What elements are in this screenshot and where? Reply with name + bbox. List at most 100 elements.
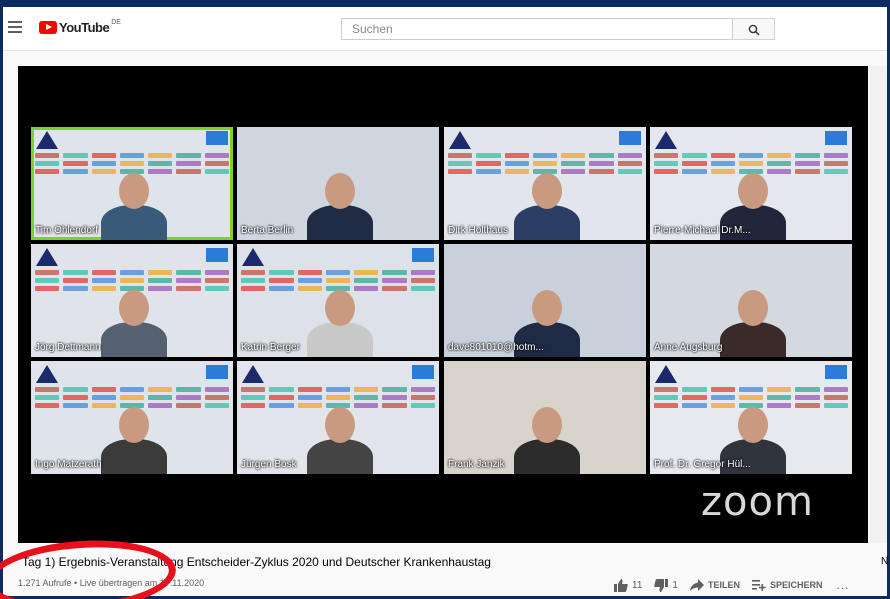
participant-face <box>532 407 562 443</box>
slide-h-logo-icon <box>412 248 434 262</box>
annotation-circle <box>0 534 179 599</box>
slide-logo-icon <box>36 131 58 149</box>
sponsor-logo-row <box>35 387 229 392</box>
participant-tile[interactable]: Pierre-Michael Dr.M... <box>650 127 852 240</box>
save-label: SPEICHERN <box>769 580 823 590</box>
slide-logo-icon <box>242 365 264 383</box>
participant-name: Katrin Berger <box>241 342 300 353</box>
participant-name: Berta Berlin <box>241 225 294 236</box>
slide-h-logo-icon <box>412 365 434 379</box>
sponsor-logo-row <box>448 161 642 166</box>
logo-region: DE <box>111 19 121 26</box>
menu-icon[interactable] <box>8 21 22 33</box>
slide-logo-icon <box>655 365 677 383</box>
participant-name: Jörg Dettmann <box>35 342 101 353</box>
save-button[interactable]: SPEICHERN <box>751 579 823 591</box>
logo-text: YouTube <box>59 20 110 35</box>
participant-tile[interactable]: Frank Janzik <box>444 361 646 474</box>
participant-face <box>532 173 562 209</box>
participant-name: Tim Ohlendorf <box>35 225 98 236</box>
participant-face <box>119 290 149 326</box>
slide-logo-icon <box>655 131 677 149</box>
search-input[interactable]: Suchen <box>341 18 733 40</box>
participant-name: Dirk Holthaus <box>448 225 509 236</box>
participant-name: Anne Augsburg <box>654 342 723 353</box>
share-button[interactable]: TEILEN <box>689 579 740 591</box>
slide-logo-icon <box>36 365 58 383</box>
participant-tile[interactable]: Katrin Berger <box>237 244 439 357</box>
participant-tile[interactable]: Dirk Holthaus <box>444 127 646 240</box>
youtube-logo[interactable]: YouTube DE <box>39 19 121 39</box>
thumbs-down-icon <box>654 578 669 592</box>
like-count: 11 <box>632 579 643 591</box>
sponsor-logo-row <box>448 153 642 158</box>
participant-face <box>119 407 149 443</box>
sponsor-logo-row <box>654 161 848 166</box>
search-button[interactable] <box>733 18 775 40</box>
participant-face <box>738 173 768 209</box>
zoom-watermark: zoom <box>701 479 814 525</box>
participant-face <box>325 290 355 326</box>
slide-logo-icon <box>449 131 471 149</box>
participant-name: Pierre-Michael Dr.M... <box>654 225 751 236</box>
frame-top-border <box>0 0 890 7</box>
video-actions: 11 1 TEILEN SPEICHERN ... <box>614 578 850 592</box>
search-icon <box>748 24 760 36</box>
participant-video-person <box>307 322 373 357</box>
participant-face <box>738 290 768 326</box>
sponsor-logo-row <box>654 387 848 392</box>
participant-tile[interactable]: Berta Berlin <box>237 127 439 240</box>
participant-video-person <box>101 322 167 357</box>
participant-face <box>325 407 355 443</box>
participant-face <box>738 407 768 443</box>
sponsor-logo-row <box>35 161 229 166</box>
sponsor-logo-row <box>241 387 435 392</box>
sponsor-logo-row <box>241 270 435 275</box>
participant-name: Frank Janzik <box>448 459 505 470</box>
playlist-add-icon <box>751 580 766 591</box>
more-actions-button[interactable]: ... <box>836 578 849 592</box>
participant-video-person <box>307 439 373 474</box>
sponsor-logo-row <box>35 270 229 275</box>
participant-tile[interactable]: Tim Ohlendorf <box>31 127 233 240</box>
participant-video-person <box>101 439 167 474</box>
sidebar-edge <box>870 66 887 543</box>
participant-video-person <box>514 205 580 240</box>
like-button[interactable]: 11 <box>614 578 643 592</box>
participant-tile[interactable]: Jürgen Bosk <box>237 361 439 474</box>
dislike-button[interactable]: 1 <box>654 578 678 592</box>
share-label: TEILEN <box>707 580 740 590</box>
slide-h-logo-icon <box>825 365 847 379</box>
participant-face <box>325 173 355 209</box>
slide-h-logo-icon <box>206 131 228 145</box>
frame-left-border <box>0 0 3 599</box>
participant-tile[interactable]: Jörg Dettmann <box>31 244 233 357</box>
participant-tile[interactable]: Anne Augsburg <box>650 244 852 357</box>
slide-h-logo-icon <box>825 131 847 145</box>
sponsor-logo-row <box>241 395 435 400</box>
dislike-count: 1 <box>672 579 678 591</box>
masthead: YouTube DE Suchen <box>3 7 887 51</box>
sponsor-logo-row <box>35 395 229 400</box>
participant-name: Ingo Matzerath <box>35 459 102 470</box>
video-player[interactable]: Tim Ohlendorf Berta Berlin Dirk Holthaus Pi… <box>18 66 868 543</box>
slide-h-logo-icon <box>206 248 228 262</box>
participant-tile[interactable]: Ingo Matzerath <box>31 361 233 474</box>
edge-text: N <box>881 556 889 567</box>
sponsor-logo-row <box>35 153 229 158</box>
participant-tile[interactable]: dave801010@hotm... <box>444 244 646 357</box>
participant-face <box>119 173 149 209</box>
participant-name: dave801010@hotm... <box>448 342 544 353</box>
slide-logo-icon <box>36 248 58 266</box>
participant-name: Jürgen Bosk <box>241 459 297 470</box>
slide-h-logo-icon <box>206 365 228 379</box>
slide-h-logo-icon <box>619 131 641 145</box>
sponsor-logo-row <box>654 153 848 158</box>
participant-tile[interactable]: Prof. Dr. Gregor Hül... <box>650 361 852 474</box>
slide-logo-icon <box>242 248 264 266</box>
participant-video-person <box>101 205 167 240</box>
sponsor-logo-row <box>241 278 435 283</box>
participant-video-person <box>720 322 786 357</box>
participant-name: Prof. Dr. Gregor Hül... <box>654 459 751 470</box>
thumbs-up-icon <box>614 578 628 592</box>
